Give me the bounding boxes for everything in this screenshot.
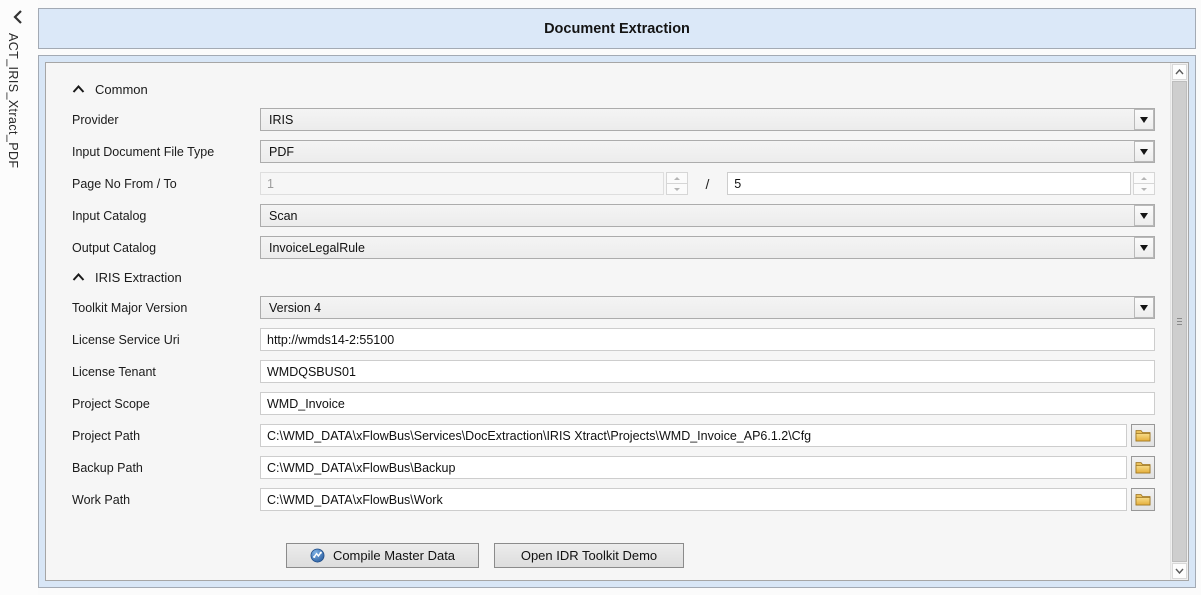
- toolkit-major-version-label: Toolkit Major Version: [72, 301, 260, 315]
- titlebar: Document Extraction: [38, 8, 1196, 49]
- license-tenant-label: License Tenant: [72, 365, 260, 379]
- main-panel: Common Provider IRIS Input Document File…: [38, 55, 1196, 588]
- chevron-left-icon[interactable]: [11, 9, 25, 25]
- backup-path-browse-button[interactable]: [1131, 456, 1155, 479]
- stepper-down-icon[interactable]: [666, 183, 688, 195]
- page-no-separator: /: [688, 176, 727, 192]
- scrollbar-gripper-icon: [1177, 318, 1182, 327]
- toolkit-major-version-dropdown[interactable]: Version 4: [260, 296, 1155, 319]
- field-row-toolkit-major-version: Toolkit Major Version Version 4: [72, 296, 1170, 319]
- backup-path-label: Backup Path: [72, 461, 260, 475]
- toolkit-major-version-value: Version 4: [261, 297, 1134, 318]
- input-document-file-type-value: PDF: [261, 141, 1134, 162]
- input-document-file-type-label: Input Document File Type: [72, 145, 260, 159]
- field-row-license-tenant: License Tenant: [72, 360, 1170, 383]
- work-path-input[interactable]: [260, 488, 1127, 511]
- page-no-from-stepper[interactable]: [666, 172, 688, 195]
- project-scope-input[interactable]: [260, 392, 1155, 415]
- folder-icon: [1135, 461, 1151, 474]
- chevron-up-icon: [72, 273, 85, 282]
- scrollbar-down-button[interactable]: [1172, 563, 1187, 579]
- side-tab-label[interactable]: ACT_IRIS_Xtract_PDF: [6, 33, 20, 168]
- chevron-down-icon[interactable]: [1134, 237, 1154, 258]
- action-buttons-row: Compile Master Data Open IDR Toolkit Dem…: [286, 543, 1170, 568]
- backup-path-input[interactable]: [260, 456, 1127, 479]
- compile-master-data-label: Compile Master Data: [333, 548, 455, 563]
- input-document-file-type-dropdown[interactable]: PDF: [260, 140, 1155, 163]
- project-path-browse-button[interactable]: [1131, 424, 1155, 447]
- field-row-license-service-uri: License Service Uri: [72, 328, 1170, 351]
- project-path-input[interactable]: [260, 424, 1127, 447]
- section-header-common[interactable]: Common: [72, 80, 1170, 98]
- output-catalog-value: InvoiceLegalRule: [261, 237, 1134, 258]
- provider-label: Provider: [72, 113, 260, 127]
- output-catalog-label: Output Catalog: [72, 241, 260, 255]
- field-row-page-no: Page No From / To /: [72, 172, 1170, 195]
- project-scope-label: Project Scope: [72, 397, 260, 411]
- form-panel: Common Provider IRIS Input Document File…: [45, 62, 1189, 581]
- page-no-to-input[interactable]: [727, 172, 1131, 195]
- output-catalog-dropdown[interactable]: InvoiceLegalRule: [260, 236, 1155, 259]
- work-path-browse-button[interactable]: [1131, 488, 1155, 511]
- chevron-down-icon[interactable]: [1134, 297, 1154, 318]
- chevron-down-icon[interactable]: [1134, 141, 1154, 162]
- input-catalog-value: Scan: [261, 205, 1134, 226]
- open-idr-toolkit-demo-label: Open IDR Toolkit Demo: [521, 548, 657, 563]
- stepper-down-icon[interactable]: [1133, 183, 1155, 195]
- license-service-uri-input[interactable]: [260, 328, 1155, 351]
- field-row-output-catalog: Output Catalog InvoiceLegalRule: [72, 236, 1170, 259]
- input-catalog-dropdown[interactable]: Scan: [260, 204, 1155, 227]
- page-no-to-stepper[interactable]: [1133, 172, 1155, 195]
- section-label-iris-extraction: IRIS Extraction: [95, 270, 182, 285]
- field-row-backup-path: Backup Path: [72, 456, 1170, 479]
- field-row-input-catalog: Input Catalog Scan: [72, 204, 1170, 227]
- compile-master-data-button[interactable]: Compile Master Data: [286, 543, 479, 568]
- page-no-from-input[interactable]: [260, 172, 664, 195]
- folder-icon: [1135, 493, 1151, 506]
- scrollbar-up-button[interactable]: [1172, 64, 1187, 80]
- form-content: Common Provider IRIS Input Document File…: [46, 63, 1170, 580]
- license-service-uri-label: License Service Uri: [72, 333, 260, 347]
- chevron-down-icon[interactable]: [1134, 109, 1154, 130]
- page-title: Document Extraction: [544, 21, 690, 37]
- section-label-common: Common: [95, 82, 148, 97]
- section-header-iris-extraction[interactable]: IRIS Extraction: [72, 268, 1170, 286]
- field-row-project-scope: Project Scope: [72, 392, 1170, 415]
- compile-globe-icon: [310, 548, 325, 563]
- chevron-down-icon[interactable]: [1134, 205, 1154, 226]
- vertical-scrollbar[interactable]: [1170, 63, 1188, 580]
- field-row-input-document-file-type: Input Document File Type PDF: [72, 140, 1170, 163]
- side-tab-strip: ACT_IRIS_Xtract_PDF: [0, 0, 38, 595]
- scrollbar-thumb[interactable]: [1172, 81, 1187, 562]
- chevron-up-icon: [1175, 69, 1184, 75]
- input-catalog-label: Input Catalog: [72, 209, 260, 223]
- field-row-provider: Provider IRIS: [72, 108, 1170, 131]
- chevron-up-icon: [72, 85, 85, 94]
- field-row-work-path: Work Path: [72, 488, 1170, 511]
- page-no-label: Page No From / To: [72, 177, 260, 191]
- project-path-label: Project Path: [72, 429, 260, 443]
- license-tenant-input[interactable]: [260, 360, 1155, 383]
- provider-value: IRIS: [261, 109, 1134, 130]
- chevron-down-icon: [1175, 568, 1184, 574]
- work-path-label: Work Path: [72, 493, 260, 507]
- provider-dropdown[interactable]: IRIS: [260, 108, 1155, 131]
- open-idr-toolkit-demo-button[interactable]: Open IDR Toolkit Demo: [494, 543, 684, 568]
- folder-icon: [1135, 429, 1151, 442]
- field-row-project-path: Project Path: [72, 424, 1170, 447]
